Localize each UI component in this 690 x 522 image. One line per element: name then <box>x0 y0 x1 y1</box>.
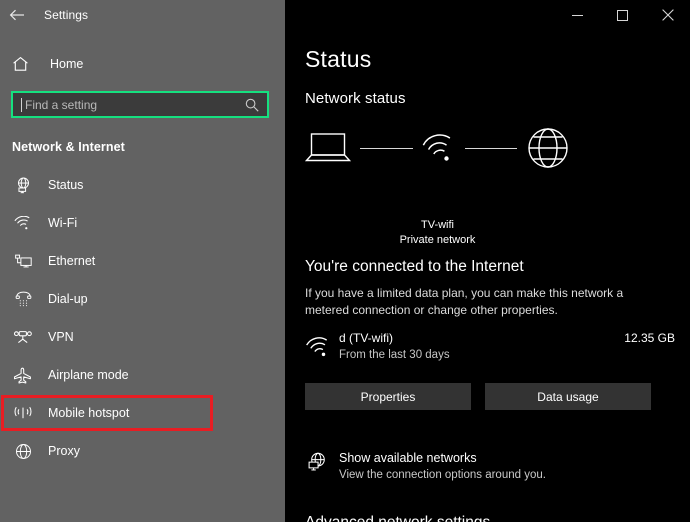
action-buttons: Properties Data usage <box>305 383 651 410</box>
maximize-icon[interactable] <box>600 0 645 30</box>
dialup-phone-icon <box>12 291 34 307</box>
close-icon[interactable] <box>645 0 690 30</box>
search-input[interactable]: Find a setting <box>11 91 269 118</box>
sidebar-item-ethernet[interactable]: Ethernet <box>0 242 285 280</box>
sidebar-item-airplane-mode[interactable]: Airplane mode <box>0 356 285 394</box>
data-usage-text: d (TV-wifi) From the last 30 days <box>339 330 624 363</box>
search-field-wrapper: Find a setting <box>11 91 269 118</box>
main-content: Status Network status TV-wifi Private ne… <box>287 30 690 522</box>
search-icon[interactable] <box>245 98 259 112</box>
properties-button[interactable]: Properties <box>305 383 471 410</box>
home-icon <box>12 56 34 72</box>
wifi-icon <box>305 336 331 358</box>
wifi-icon <box>422 132 456 164</box>
network-diagram-captions: TV-wifi Private network <box>305 218 570 248</box>
sidebar-item-label: Mobile hotspot <box>48 406 130 420</box>
sidebar-item-label: Status <box>48 178 84 192</box>
sidebar-nav-list: Status Wi-Fi Ethernet Dial-up VPN Airpla… <box>0 166 285 470</box>
sidebar-item-proxy[interactable]: Proxy <box>0 432 285 470</box>
sidebar-item-status[interactable]: Status <box>0 166 285 204</box>
network-status-heading: Network status <box>305 90 406 107</box>
show-networks-subtitle: View the connection options around you. <box>339 469 546 481</box>
show-networks-text: Show available networks View the connect… <box>339 450 546 483</box>
status-network-icon <box>12 177 34 194</box>
usage-network-name: d (TV-wifi) <box>339 331 393 345</box>
network-globe-icon <box>305 452 329 473</box>
back-arrow-icon[interactable] <box>0 0 34 30</box>
diagram-line-left <box>360 147 413 149</box>
sidebar-item-vpn[interactable]: VPN <box>0 318 285 356</box>
diagram-line-right <box>464 147 517 149</box>
usage-size: 12.35 GB <box>624 331 675 345</box>
usage-period: From the last 30 days <box>339 349 450 361</box>
title-bar-right <box>285 0 690 30</box>
home-label: Home <box>50 57 84 71</box>
metered-description: If you have a limited data plan, you can… <box>305 286 624 317</box>
sidebar-item-label: Ethernet <box>48 254 96 268</box>
connected-heading: You're connected to the Internet <box>305 258 524 275</box>
show-available-networks-link[interactable]: Show available networks View the connect… <box>305 450 665 483</box>
search-placeholder: Find a setting <box>25 97 98 112</box>
app-title: Settings <box>44 8 89 22</box>
text-caret <box>21 97 22 112</box>
network-diagram <box>305 123 570 173</box>
settings-window: Settings Home Find a setting Network & I… <box>0 0 690 522</box>
sidebar-item-home[interactable]: Home <box>0 49 285 79</box>
data-usage-summary: d (TV-wifi) From the last 30 days 12.35 … <box>305 330 675 363</box>
network-type: Private network <box>399 234 476 246</box>
window-controls <box>555 0 690 30</box>
sidebar-item-label: VPN <box>48 330 74 344</box>
globe-icon <box>526 126 570 170</box>
data-usage-button[interactable]: Data usage <box>485 383 651 410</box>
sidebar-item-mobile-hotspot[interactable]: Mobile hotspot <box>0 394 285 432</box>
sidebar-item-dialup[interactable]: Dial-up <box>0 280 285 318</box>
advanced-network-settings-heading: Advanced network settings <box>305 514 490 522</box>
sidebar-item-label: Wi-Fi <box>48 216 78 230</box>
sidebar-section-title: Network & Internet <box>12 140 125 154</box>
title-bar-left: Settings <box>0 0 285 30</box>
airplane-icon <box>12 367 34 384</box>
show-networks-title: Show available networks <box>339 451 477 465</box>
sidebar-item-label: Proxy <box>48 444 80 458</box>
ethernet-icon <box>12 254 34 269</box>
sidebar: Home Find a setting Network & Internet S… <box>0 30 285 522</box>
proxy-globe-icon <box>12 443 34 460</box>
mobile-hotspot-icon <box>12 405 34 421</box>
vpn-icon <box>12 329 34 345</box>
sidebar-item-wifi[interactable]: Wi-Fi <box>0 204 285 242</box>
sidebar-item-label: Dial-up <box>48 292 88 306</box>
sidebar-item-label: Airplane mode <box>48 368 129 382</box>
wifi-icon <box>12 215 34 231</box>
minimize-icon[interactable] <box>555 0 600 30</box>
laptop-icon <box>305 132 351 164</box>
page-title: Status <box>305 46 372 72</box>
title-bar: Settings <box>0 0 690 30</box>
network-name: TV-wifi <box>421 219 454 231</box>
